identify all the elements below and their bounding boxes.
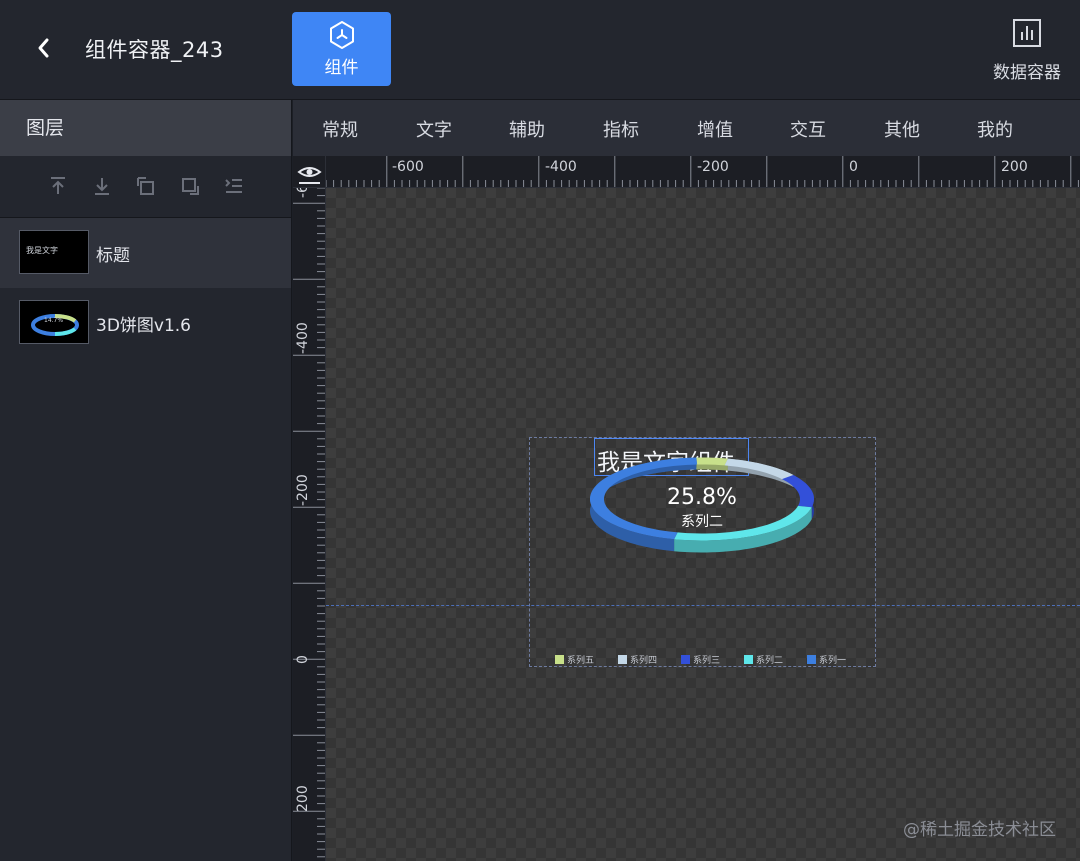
ruler-label: -6 [295,188,311,198]
legend-label: 系列五 [567,656,595,666]
legend-swatch [744,655,753,664]
legend-label: 系列二 [756,656,784,666]
legend-item[interactable]: 系列三 [681,649,720,668]
donut-center-label: 系列二 [681,514,723,530]
ruler-label: -400 [545,159,577,175]
data-container-label: 数据容器 [993,63,1061,83]
top-bar: 组件容器_243 组件 数据容器 [0,0,1080,100]
move-up-icon[interactable] [135,175,157,197]
legend-item[interactable]: 系列二 [744,649,783,668]
legend-swatch [807,655,816,664]
layer-thumbnail-text: 我是文字 [26,246,58,255]
layer-item-title[interactable]: 我是文字 标题 [0,218,291,288]
watermark: @稀土掘金技术社区 [903,820,1056,840]
layer-list-icon[interactable] [223,175,245,197]
ruler-label: 200 [295,785,311,812]
component-button-label: 组件 [324,58,359,78]
menu-item-value-added[interactable]: 增值 [697,116,733,142]
component-button[interactable]: 组件 [292,12,391,86]
editor-canvas[interactable]: 我是文字组件 25.8%系列二 系列五系列四系列三系列二系列一 [326,188,1080,861]
legend-swatch [555,655,564,664]
layer-name: 3D饼图v1.6 [96,316,192,336]
move-to-bottom-icon[interactable] [91,175,113,197]
3d-donut-chart[interactable]: 25.8% 系列二 [529,437,876,667]
layer-toolbar [0,156,291,218]
component-category-menu: 常规 文字 辅助 指标 增值 交互 其他 我的 [293,100,1080,156]
ruler-label: -200 [295,474,311,506]
menu-item-auxiliary[interactable]: 辅助 [509,116,545,142]
ruler-label: 200 [1001,159,1028,175]
menu-item-interaction[interactable]: 交互 [790,116,826,142]
legend-item[interactable]: 系列五 [555,649,594,668]
ruler-label: -600 [392,159,424,175]
menu-item-mine[interactable]: 我的 [977,116,1013,142]
layer-thumbnail-text: 14.7% [44,317,64,324]
legend-label: 系列三 [693,656,721,666]
data-container-button[interactable]: 数据容器 [988,18,1066,83]
legend-swatch [681,655,690,664]
ruler-label: -200 [697,159,729,175]
back-button[interactable] [30,32,58,64]
page-title: 组件容器_243 [85,38,224,62]
horizontal-ruler: -600 -400 -200 0 200 [326,156,1080,188]
vertical-ruler: -6 -400 -200 0 200 [293,188,326,861]
layer-item-3d-pie[interactable]: 14.7% 3D饼图v1.6 [0,288,291,358]
ruler-label: 0 [849,159,858,175]
menu-item-indicator[interactable]: 指标 [603,116,639,142]
legend-swatch [618,655,627,664]
menu-item-other[interactable]: 其他 [884,116,920,142]
ruler-label: 0 [295,655,311,664]
ruler-label: -400 [295,322,311,354]
component-hexagon-icon [329,21,354,49]
chevron-left-icon [38,38,49,58]
ruler-visibility-toggle[interactable] [293,156,326,188]
layer-thumbnail: 我是文字 [19,230,89,274]
eye-icon [297,167,322,184]
legend-label: 系列四 [630,656,658,666]
move-down-icon[interactable] [179,175,201,197]
move-to-top-icon[interactable] [47,175,69,197]
layer-panel-title: 图层 [0,100,291,156]
menu-item-general[interactable]: 常规 [322,116,358,142]
donut-slice-系列三[interactable] [782,475,814,508]
legend-item[interactable]: 系列四 [618,649,657,668]
donut-slice-系列五[interactable] [696,457,728,466]
legend-item[interactable]: 系列一 [807,649,846,668]
layer-panel: 图层 我是文字 标题 14.7% 3D饼图v1.6 [0,100,292,861]
vertical-ruler-ticks [293,188,325,858]
donut-center-value: 25.8% [667,485,737,510]
layer-thumbnail: 14.7% [19,300,89,344]
bar-chart-icon [1013,19,1041,47]
legend-label: 系列一 [819,656,847,666]
menu-item-text[interactable]: 文字 [416,116,452,142]
layer-name: 标题 [96,246,130,266]
